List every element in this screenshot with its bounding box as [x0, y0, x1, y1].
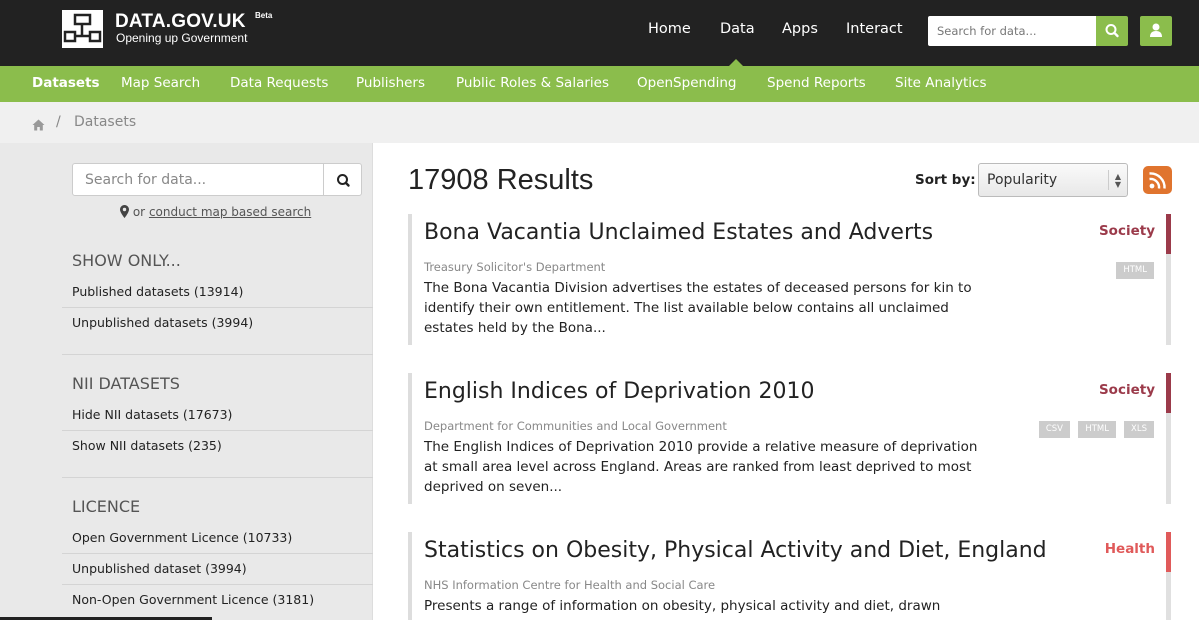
subnav-datasets[interactable]: Datasets	[32, 75, 100, 91]
result-title[interactable]: English Indices of Deprivation 2010	[424, 379, 814, 404]
result-publisher: Treasury Solicitor's Department	[424, 260, 606, 274]
facet-item-show-nii[interactable]: Show NII datasets (235)	[72, 438, 222, 453]
results-count: 17908 Results	[408, 164, 594, 196]
subnav-public-roles[interactable]: Public Roles & Salaries	[456, 75, 609, 91]
subnav-publishers[interactable]: Publishers	[356, 75, 425, 91]
format-badge-csv[interactable]: CSV	[1038, 421, 1070, 438]
result-category[interactable]: Health	[1105, 541, 1155, 557]
map-marker-icon	[120, 205, 129, 218]
result-item: Statistics on Obesity, Physical Activity…	[408, 532, 1171, 620]
sidebar: or conduct map based search SHOW ONLY...…	[0, 143, 373, 620]
result-publisher: Department for Communities and Local Gov…	[424, 419, 727, 433]
nav-data[interactable]: Data	[720, 21, 755, 37]
sort-divider	[1108, 170, 1109, 190]
header-search-input[interactable]	[928, 16, 1096, 46]
sub-nav: Datasets Map Search Data Requests Publis…	[0, 66, 1199, 102]
subnav-data-requests[interactable]: Data Requests	[230, 75, 328, 91]
divider	[62, 584, 373, 585]
header-search-button[interactable]	[1096, 16, 1128, 46]
category-color-bar	[1166, 532, 1171, 572]
sidebar-search-button[interactable]	[323, 163, 362, 196]
facet-title-licence: LICENCE	[72, 497, 141, 516]
breadcrumb-separator: /	[56, 114, 61, 130]
logo-tagline: Opening up Government	[116, 31, 248, 45]
facet-item-published[interactable]: Published datasets (13914)	[72, 284, 243, 299]
result-publisher: NHS Information Centre for Health and So…	[424, 578, 716, 592]
format-badge-html[interactable]: HTML	[1116, 262, 1154, 279]
divider	[62, 553, 373, 554]
result-category[interactable]: Society	[1099, 223, 1155, 239]
subnav-spend-reports[interactable]: Spend Reports	[767, 75, 866, 91]
format-badge-xls[interactable]: XLS	[1124, 421, 1154, 438]
result-description: The English Indices of Deprivation 2010 …	[424, 439, 978, 495]
breadcrumb: / Datasets	[0, 102, 1199, 143]
result-description: The Bona Vacantia Division advertises th…	[424, 280, 972, 336]
facet-item-non-ogl[interactable]: Non-Open Government Licence (3181)	[72, 592, 314, 607]
sort-label: Sort by:	[915, 172, 976, 188]
subnav-openspending[interactable]: OpenSpending	[637, 75, 737, 91]
result-description: Presents a range of information on obesi…	[424, 598, 941, 614]
divider	[62, 307, 373, 308]
breadcrumb-current: Datasets	[74, 114, 137, 130]
nav-interact[interactable]: Interact	[846, 21, 903, 37]
result-item: English Indices of Deprivation 2010 Depa…	[408, 373, 1171, 504]
rss-icon	[1149, 172, 1166, 189]
logo-title[interactable]: DATA.GOV.UK	[115, 11, 246, 33]
sort-select[interactable]: Popularity ▲ ▼	[978, 163, 1128, 197]
sort-selected-value: Popularity	[987, 172, 1058, 188]
facet-item-hide-nii[interactable]: Hide NII datasets (17673)	[72, 407, 232, 422]
active-nav-caret	[729, 59, 743, 66]
facet-item-ogl[interactable]: Open Government Licence (10733)	[72, 530, 292, 545]
home-icon[interactable]	[32, 116, 45, 135]
facet-item-unpublished[interactable]: Unpublished datasets (3994)	[72, 315, 253, 330]
subnav-site-analytics[interactable]: Site Analytics	[895, 75, 987, 91]
select-arrows-icon: ▲ ▼	[1114, 172, 1121, 189]
user-icon	[1150, 23, 1162, 37]
divider	[62, 354, 373, 355]
result-title[interactable]: Statistics on Obesity, Physical Activity…	[424, 538, 1047, 563]
result-item: Bona Vacantia Unclaimed Estates and Adve…	[408, 214, 1171, 345]
map-search-link[interactable]: conduct map based search	[149, 205, 311, 219]
nav-home[interactable]: Home	[648, 21, 691, 37]
divider	[62, 430, 373, 431]
search-icon	[337, 174, 350, 187]
facet-item-unpublished-licence[interactable]: Unpublished dataset (3994)	[72, 561, 247, 576]
category-color-bar	[1166, 214, 1171, 254]
facet-title-show-only: SHOW ONLY...	[72, 251, 181, 270]
nav-apps[interactable]: Apps	[782, 21, 818, 37]
facet-title-nii: NII DATASETS	[72, 374, 180, 393]
result-title[interactable]: Bona Vacantia Unclaimed Estates and Adve…	[424, 220, 933, 245]
map-search-line: or conduct map based search	[120, 205, 311, 219]
map-search-prefix: or	[132, 205, 146, 219]
search-icon	[1105, 24, 1119, 38]
user-button[interactable]	[1140, 16, 1172, 46]
sidebar-search-input[interactable]	[72, 163, 324, 196]
format-badge-html[interactable]: HTML	[1078, 421, 1116, 438]
top-header: DATA.GOV.UK Beta Opening up Government H…	[0, 0, 1199, 66]
logo-icon[interactable]	[62, 10, 103, 48]
subnav-map-search[interactable]: Map Search	[121, 75, 200, 91]
category-color-bar	[1166, 373, 1171, 413]
result-category[interactable]: Society	[1099, 382, 1155, 398]
divider	[62, 477, 373, 478]
beta-badge: Beta	[255, 11, 273, 20]
rss-button[interactable]	[1143, 166, 1172, 194]
